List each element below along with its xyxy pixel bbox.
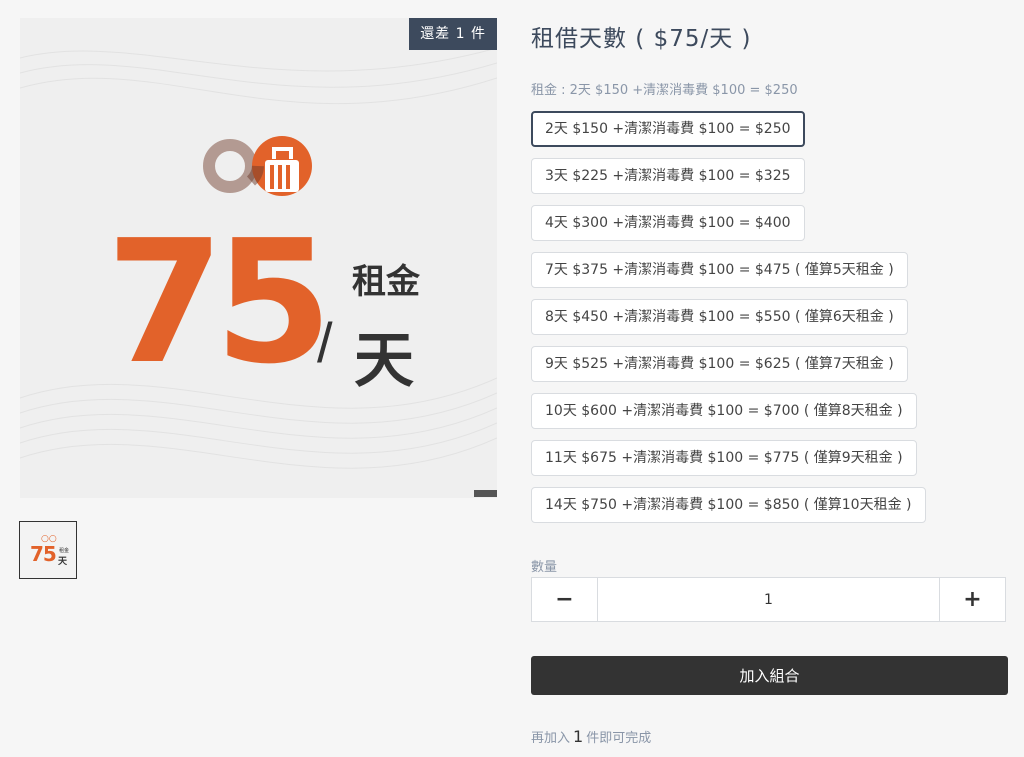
luggage-logo-icon (203, 136, 312, 196)
selected-summary: 租金 : 2天 $150 +清潔消毒費 $100 = $250 (531, 83, 798, 98)
quantity-label: 數量 (531, 560, 558, 575)
footer-count: 1 (573, 727, 584, 746)
option-7-days[interactable]: 7天 $375 +清潔消毒費 $100 = $475 ( 僅算5天租金 ) (531, 252, 908, 288)
thumbnail-number: 75 (30, 542, 57, 566)
page-title: 租借天數 ( $75/天 ) (531, 26, 752, 52)
add-to-bundle-button[interactable]: 加入組合 (531, 656, 1008, 695)
price-number: 75 (106, 204, 333, 402)
option-10-days[interactable]: 10天 $600 +清潔消毒費 $100 = $700 ( 僅算8天租金 ) (531, 393, 917, 429)
quantity-stepper: − + (531, 577, 1006, 622)
footer-prefix: 再加入 (531, 731, 571, 746)
increase-quantity-button[interactable]: + (939, 578, 1005, 621)
thumbnail-unit: 天 (58, 557, 68, 567)
decrease-quantity-button[interactable]: − (532, 578, 598, 621)
price-unit-day: 天 (354, 326, 414, 396)
bundle-progress-note: 再加入 1 件即可完成 (531, 727, 651, 746)
thumbnail-unit-small: 租金 (59, 548, 70, 554)
price-slash: / (317, 311, 333, 374)
footer-suffix: 件即可完成 (586, 731, 652, 746)
option-14-days[interactable]: 14天 $750 +清潔消毒費 $100 = $850 ( 僅算10天租金 ) (531, 487, 926, 523)
option-11-days[interactable]: 11天 $675 +清潔消毒費 $100 = $775 ( 僅算9天租金 ) (531, 440, 917, 476)
option-9-days[interactable]: 9天 $525 +清潔消毒費 $100 = $625 ( 僅算7天租金 ) (531, 346, 908, 382)
quantity-input[interactable] (598, 578, 939, 621)
product-main-image[interactable]: 還差 1 件 75 / 租金 天 (20, 18, 497, 498)
option-4-days[interactable]: 4天 $300 +清潔消毒費 $100 = $400 (531, 205, 805, 241)
remaining-badge: 還差 1 件 (409, 18, 497, 50)
price-unit-rent: 租金 (352, 262, 420, 302)
option-8-days[interactable]: 8天 $450 +清潔消毒費 $100 = $550 ( 僅算6天租金 ) (531, 299, 908, 335)
thumbnail-image[interactable]: ○○ 75 租金 天 (19, 521, 77, 579)
image-scroll-indicator[interactable] (474, 490, 497, 497)
option-2-days[interactable]: 2天 $150 +清潔消毒費 $100 = $250 (531, 111, 805, 147)
option-3-days[interactable]: 3天 $225 +清潔消毒費 $100 = $325 (531, 158, 805, 194)
